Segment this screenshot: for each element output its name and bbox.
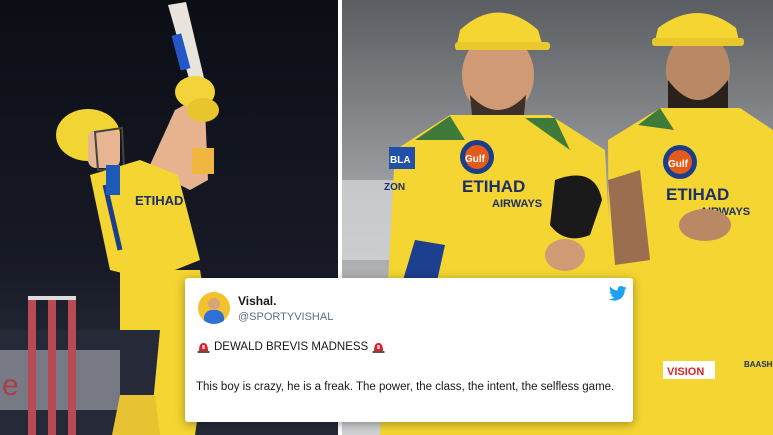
svg-text:AIRWAYS: AIRWAYS <box>492 198 542 210</box>
tweet-card[interactable]: Vishal. @SPORTYVISHAL DEWALD BREVIS MADN… <box>185 278 633 422</box>
svg-text:BAASH: BAASH <box>744 360 773 369</box>
svg-text:e: e <box>2 369 19 402</box>
tweet-user-name[interactable]: Vishal. <box>238 294 276 308</box>
tweet-user-handle[interactable]: @SPORTYVISHAL <box>238 311 333 323</box>
tweet-body-text: This boy is crazy, he is a freak. The po… <box>196 381 615 393</box>
svg-text:VISION: VISION <box>667 366 704 378</box>
avatar-face <box>208 298 220 310</box>
twitter-bird-icon[interactable] <box>609 286 627 301</box>
svg-text:ETIHAD: ETIHAD <box>462 177 525 196</box>
svg-text:ZON: ZON <box>384 182 405 193</box>
svg-text:BLA: BLA <box>390 155 411 166</box>
svg-text:ETIHAD: ETIHAD <box>135 193 183 208</box>
svg-text:Gulf: Gulf <box>668 159 689 170</box>
tweet-headline: DEWALD BREVIS MADNESS <box>197 341 385 353</box>
siren-icon <box>197 342 210 353</box>
siren-icon <box>372 342 385 353</box>
svg-text:ETIHAD: ETIHAD <box>666 185 729 204</box>
avatar[interactable] <box>198 292 230 324</box>
tweet-headline-text: DEWALD BREVIS MADNESS <box>214 341 369 353</box>
avatar-body <box>204 310 224 324</box>
svg-text:Gulf: Gulf <box>465 154 486 165</box>
